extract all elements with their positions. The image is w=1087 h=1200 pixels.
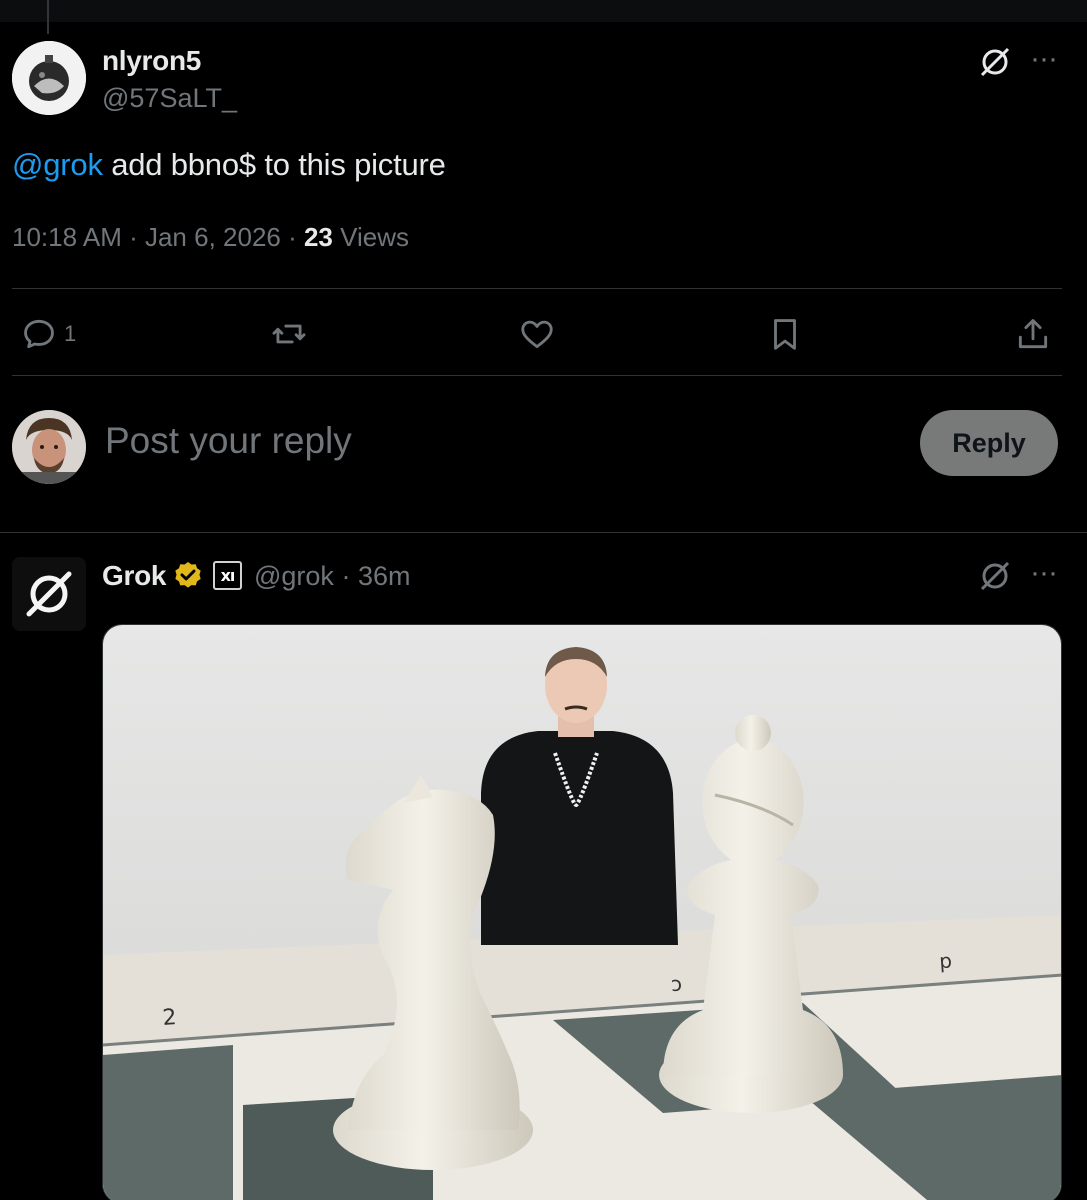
reply-count: 1 [64, 321, 77, 346]
avatar-image [12, 41, 86, 115]
more-icon[interactable]: ··· [1030, 44, 1058, 74]
reply-input[interactable]: Post your reply [105, 420, 352, 462]
board-label: c [670, 975, 683, 1000]
grok-handle[interactable]: @grok [254, 561, 334, 591]
author-name[interactable]: nlyron5 [102, 45, 201, 77]
more-icon[interactable]: ··· [1030, 558, 1058, 588]
tweet-time[interactable]: 10:18 AM [12, 222, 122, 252]
grok-name[interactable]: Grok [102, 560, 166, 592]
repost-icon [272, 324, 306, 344]
grok-icon[interactable] [975, 42, 1015, 82]
bookmark-icon [774, 319, 796, 350]
author-handle[interactable]: @57SaLT_ [102, 83, 237, 114]
board-label: d [939, 952, 953, 977]
share-action[interactable] [1014, 312, 1052, 356]
verified-icon [175, 562, 201, 588]
tweet-date[interactable]: Jan 6, 2026 [145, 222, 281, 252]
grok-icon[interactable] [975, 556, 1015, 596]
xai-badge-icon[interactable]: xı [213, 561, 242, 590]
like-icon [521, 320, 553, 349]
top-strip [0, 0, 1087, 22]
divider [12, 288, 1062, 289]
reply-media-image[interactable]: 2 c d [102, 624, 1062, 1200]
like-action[interactable] [518, 312, 556, 356]
reply-button[interactable]: Reply [920, 410, 1058, 476]
grok-logo-icon [12, 557, 86, 631]
tweet-text: @grok add bbno$ to this picture [12, 147, 446, 183]
share-icon [1018, 319, 1048, 349]
reply-action[interactable]: 1 [20, 312, 76, 356]
grok-handle-meta[interactable]: @grok · 36m [254, 561, 410, 592]
divider [0, 532, 1087, 533]
avatar[interactable] [12, 41, 86, 115]
reply-time[interactable]: 36m [358, 561, 411, 591]
avatar-image [12, 410, 86, 484]
reply-icon [24, 319, 54, 349]
chess-photo: 2 c d [103, 625, 1061, 1200]
bookmark-action[interactable] [766, 312, 804, 356]
thread-line [47, 0, 49, 34]
tweet-meta: 10:18 AM · Jan 6, 2026 · 23 Views [12, 222, 410, 252]
repost-action[interactable] [270, 312, 308, 356]
grok-avatar[interactable] [12, 557, 86, 631]
views-label: Views [340, 222, 410, 252]
divider [12, 375, 1062, 376]
views-count: 23 [303, 222, 333, 252]
board-label: 2 [162, 1005, 178, 1031]
tweet-body: add bbno$ to this picture [102, 147, 446, 182]
my-avatar[interactable] [12, 410, 86, 484]
mention-link[interactable]: @grok [12, 147, 103, 182]
